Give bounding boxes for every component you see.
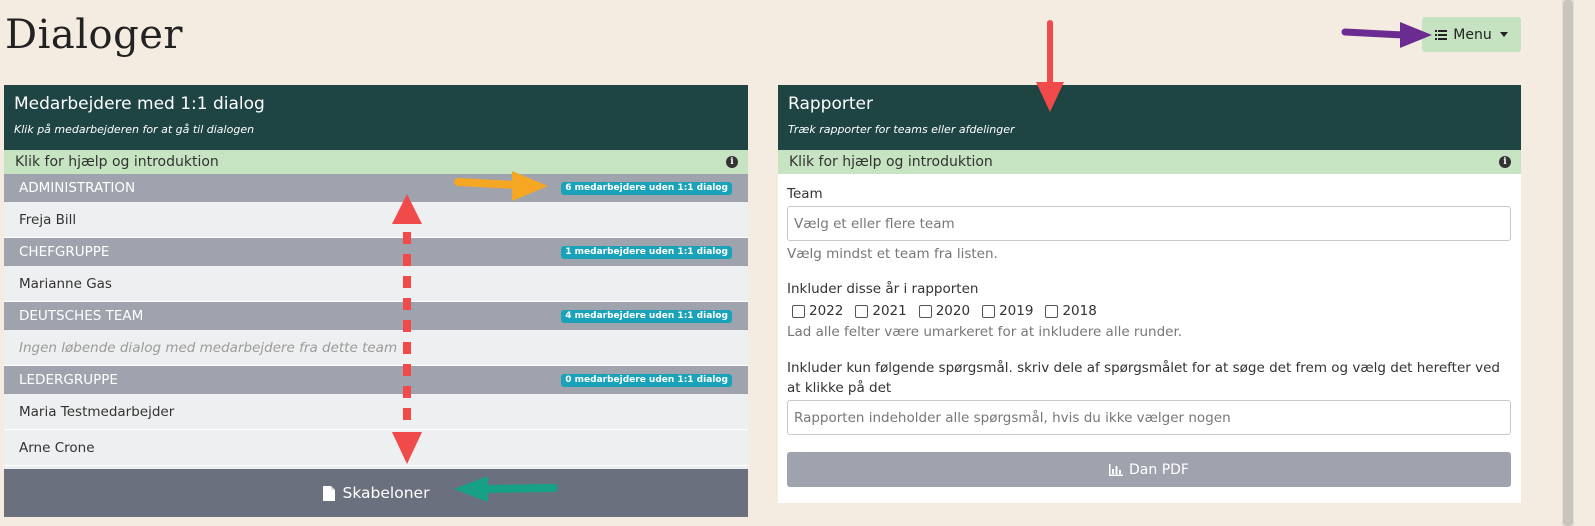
employees-card-title: Medarbejdere med 1:1 dialog (14, 94, 265, 114)
reports-help-bar[interactable]: Klik for hjælp og introduktion i (778, 150, 1521, 174)
employees-help-bar[interactable]: Klik for hjælp og introduktion i (4, 150, 748, 174)
status-badge: 4 medarbejdere uden 1:1 dialog (561, 309, 732, 323)
questions-search-input[interactable]: Rapporten indeholder alle spørgsmål, hvi… (787, 400, 1511, 435)
year-checkbox-2019[interactable]: 2019 (982, 303, 1033, 319)
year-label: 2018 (1062, 303, 1097, 319)
status-badge: 6 medarbejdere uden 1:1 dialog (561, 181, 732, 195)
file-icon (322, 485, 335, 501)
year-checkbox-2021[interactable]: 2021 (855, 303, 907, 319)
reports-card-title: Rapporter (788, 94, 873, 114)
info-icon: i (726, 156, 738, 168)
checkbox[interactable] (982, 304, 996, 318)
scrollbar-thumb[interactable] (1563, 0, 1573, 526)
red-down-arrow-annotation (1036, 20, 1064, 112)
group-header-ledergruppe: LEDERGRUPPE 0 medarbejdere uden 1:1 dial… (4, 366, 748, 394)
team-hint: Vælg mindst et team fra listen. (787, 246, 998, 262)
employee-row[interactable]: Marianne Gas (4, 266, 748, 302)
reports-card-header: Rapporter Træk rapporter for teams eller… (778, 85, 1521, 150)
year-label: 2022 (809, 303, 844, 319)
team-placeholder: Vælg et eller flere team (794, 215, 955, 232)
checkbox[interactable] (918, 304, 932, 318)
orange-right-arrow-annotation (454, 171, 548, 201)
status-badge: 0 medarbejdere uden 1:1 dialog (561, 373, 732, 387)
caret-down-icon (1499, 32, 1508, 37)
bar-chart-icon (1109, 463, 1124, 476)
empty-group-message: Ingen løbende dialog med medarbejdere fr… (4, 330, 748, 366)
group-header-administration: ADMINISTRATION 6 medarbejdere uden 1:1 d… (4, 174, 748, 202)
group-name: DEUTSCHES TEAM (19, 308, 144, 324)
status-badge: 1 medarbejdere uden 1:1 dialog (561, 245, 732, 259)
employees-card-subtitle: Klik på medarbejderen for at gå til dial… (14, 123, 255, 136)
group-header-chefgruppe: CHEFGRUPPE 1 medarbejdere uden 1:1 dialo… (4, 238, 748, 266)
year-label: 2021 (872, 303, 907, 319)
templates-label: Skabeloner (342, 484, 430, 502)
menu-button[interactable]: Menu (1422, 17, 1521, 52)
group-name: ADMINISTRATION (19, 180, 136, 196)
questions-label: Inkluder kun følgende spørgsmål. skriv d… (787, 360, 1500, 396)
years-checkboxes: 2022 2021 2020 2019 2018 (792, 303, 1511, 319)
team-select[interactable]: Vælg et eller flere team (787, 206, 1511, 241)
employee-row[interactable]: Freja Bill (4, 202, 748, 238)
checkbox[interactable] (1045, 304, 1059, 318)
year-label: 2019 (999, 303, 1034, 319)
year-label: 2020 (935, 303, 971, 319)
list-icon (1435, 29, 1448, 40)
info-icon: i (1499, 156, 1511, 168)
team-label: Team (787, 186, 823, 202)
checkbox[interactable] (792, 304, 805, 318)
group-name: LEDERGRUPPE (19, 372, 118, 388)
red-vertical-scroll-arrow-annotation (392, 194, 422, 464)
templates-button[interactable]: Skabeloner (4, 469, 748, 517)
employees-help-label: Klik for hjælp og introduktion (15, 154, 219, 170)
scrollbar[interactable] (1562, 0, 1574, 526)
reports-card-subtitle: Træk rapporter for teams eller afdelinge… (788, 123, 1015, 136)
years-label: Inkluder disse år i rapporten (787, 281, 979, 297)
reports-card: Rapporter Træk rapporter for teams eller… (778, 85, 1521, 503)
employees-card-header: Medarbejdere med 1:1 dialog Klik på meda… (4, 85, 748, 150)
group-header-deutsches-team: DEUTSCHES TEAM 4 medarbejdere uden 1:1 d… (4, 302, 748, 330)
years-hint: Lad alle felter være umarkeret for at in… (787, 324, 1183, 340)
page-title: Dialoger (5, 12, 183, 58)
group-name: CHEFGRUPPE (19, 244, 110, 260)
questions-placeholder: Rapporten indeholder alle spørgsmål, hvi… (794, 409, 1231, 426)
menu-label: Menu (1453, 26, 1492, 43)
year-checkbox-2020[interactable]: 2020 (918, 303, 971, 319)
employee-row[interactable]: Maria Testmedarbejder (4, 394, 748, 430)
checkbox[interactable] (855, 304, 869, 318)
generate-pdf-button[interactable]: Dan PDF (787, 452, 1511, 487)
pdf-button-label: Dan PDF (1129, 461, 1189, 478)
report-form: Team Vælg et eller flere team Vælg minds… (778, 174, 1521, 487)
purple-right-arrow-annotation (1341, 22, 1432, 48)
year-checkbox-2022[interactable]: 2022 (792, 303, 843, 319)
employee-row[interactable]: Arne Crone (4, 430, 748, 466)
green-left-arrow-annotation (454, 476, 558, 502)
year-checkbox-2018[interactable]: 2018 (1045, 303, 1097, 319)
employees-card: Medarbejdere med 1:1 dialog Klik på meda… (4, 85, 748, 517)
reports-help-label: Klik for hjælp og introduktion (789, 154, 993, 170)
